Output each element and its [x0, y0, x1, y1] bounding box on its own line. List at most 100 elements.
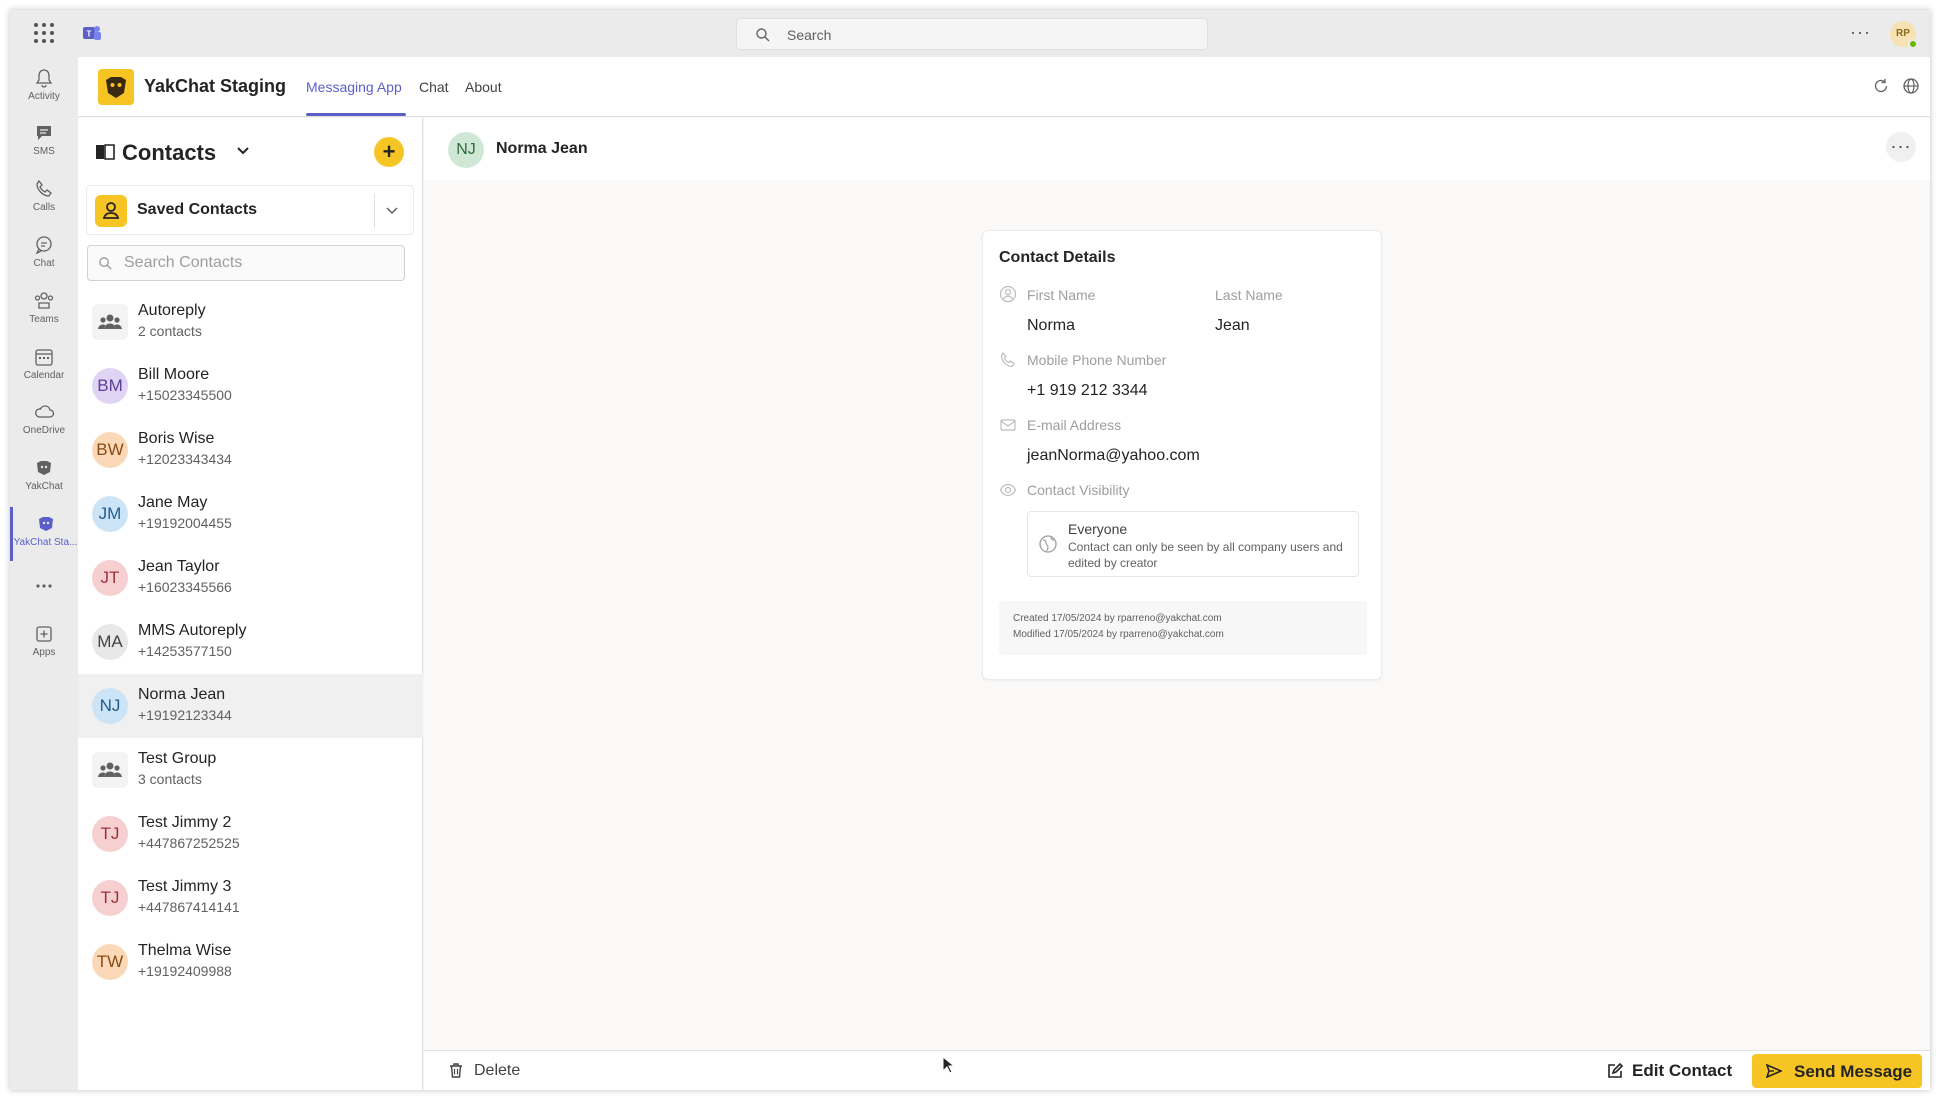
- contact-list: Autoreply 2 contacts BM Bill Moore +15023345…: [78, 290, 423, 994]
- group-icon: [92, 304, 128, 340]
- sms-icon: [37, 126, 51, 140]
- rail-label: YakChat Sta...: [13, 537, 78, 548]
- contact-name: Test Group: [138, 750, 217, 767]
- rail-label: Activity: [28, 91, 60, 102]
- active-tab-indicator: [306, 113, 406, 116]
- yakchat-icon: [37, 461, 51, 475]
- contact-name: Norma Jean: [138, 686, 226, 703]
- rail-more-apps[interactable]: [10, 569, 78, 603]
- trash-icon: [450, 1063, 462, 1078]
- phone-value: +1 919 212 3344: [1027, 382, 1148, 399]
- rail-activity[interactable]: Activity: [10, 61, 78, 115]
- tab-about[interactable]: About: [465, 79, 502, 95]
- saved-contacts-selector[interactable]: Saved Contacts: [86, 185, 414, 235]
- contact-list-item[interactable]: JM Jane May +19192004455: [78, 482, 423, 546]
- modified-info: Modified 17/05/2024 by rparreno@yakchat.…: [1013, 629, 1224, 640]
- first-name-value: Norma: [1027, 317, 1076, 334]
- edit-icon: [1608, 1062, 1624, 1078]
- contact-name: Bill Moore: [138, 366, 210, 383]
- rail-yakchat[interactable]: YakChat: [10, 451, 78, 505]
- rail-apps[interactable]: Apps: [10, 617, 78, 671]
- person-icon: [95, 195, 127, 227]
- chevron-down-icon[interactable]: [385, 206, 399, 216]
- rail-calendar[interactable]: Calendar: [10, 340, 78, 394]
- rail-sms[interactable]: SMS: [10, 116, 78, 170]
- rail-chat[interactable]: Chat: [10, 228, 78, 282]
- contact-name: Jean Taylor: [138, 558, 220, 575]
- global-search[interactable]: Search: [736, 18, 1208, 50]
- phone-icon: [36, 179, 52, 197]
- rail-label: OneDrive: [22, 425, 66, 436]
- contact-list-item[interactable]: TW Thelma Wise +19192409988: [78, 930, 423, 994]
- contact-phone: +19192123344: [138, 707, 232, 723]
- contact-list-item[interactable]: MA MMS Autoreply +14253577150: [78, 610, 423, 674]
- avatar: BW: [92, 432, 128, 468]
- contact-member-count: 2 contacts: [138, 323, 202, 339]
- card-title: Contact Details: [999, 249, 1116, 266]
- edit-contact-button[interactable]: Edit Contact: [1606, 1059, 1736, 1083]
- visibility-description: Contact can only be seen by all company …: [1068, 540, 1343, 570]
- rail-label: YakChat: [25, 481, 63, 492]
- contact-list-item[interactable]: Test Group 3 contacts: [78, 738, 423, 802]
- contact-details-card: Contact Details First Name Norma Last Na…: [982, 230, 1382, 680]
- search-contacts-input[interactable]: [124, 252, 394, 274]
- mail-icon: [1000, 419, 1016, 431]
- delete-label: Delete: [474, 1062, 521, 1079]
- bell-icon: [35, 69, 53, 88]
- contact-name: Test Jimmy 3: [138, 878, 232, 895]
- search-icon: [99, 257, 112, 270]
- last-name-value: Jean: [1215, 317, 1250, 334]
- calendar-icon: [35, 349, 53, 366]
- avatar: NJ: [92, 688, 128, 724]
- user-avatar-initials: RP: [1896, 28, 1910, 39]
- contact-list-item[interactable]: NJ Norma Jean +19192123344: [78, 674, 423, 738]
- contact-name: Jane May: [138, 494, 208, 511]
- contact-name: MMS Autoreply: [138, 622, 247, 639]
- rail-teams[interactable]: Teams: [10, 284, 78, 338]
- app-title: YakChat Staging: [144, 76, 287, 96]
- visibility-option: Everyone Contact can only be seen by all…: [1027, 511, 1359, 577]
- contact-list-item[interactable]: BW Boris Wise +12023343434: [78, 418, 423, 482]
- action-bar: Delete Edit Contact Send Message: [424, 1050, 1930, 1090]
- refresh-icon[interactable]: [1872, 77, 1890, 95]
- rail-yakchat-staging[interactable]: YakChat Sta...: [10, 507, 78, 561]
- contacts-title[interactable]: Contacts: [122, 140, 216, 166]
- created-info: Created 17/05/2024 by rparreno@yakchat.c…: [1013, 613, 1222, 624]
- rail-label: Apps: [32, 647, 56, 658]
- contact-list-item[interactable]: Autoreply 2 contacts: [78, 290, 423, 354]
- contact-list-item[interactable]: TJ Test Jimmy 3 +447867414141: [78, 866, 423, 930]
- yakchat-icon: [38, 517, 53, 531]
- user-avatar[interactable]: RP: [1890, 21, 1918, 49]
- rail-label: Calls: [32, 202, 56, 213]
- email-label: E-mail Address: [1027, 417, 1122, 433]
- send-icon: [1766, 1064, 1782, 1078]
- contact-phone: +19192409988: [138, 963, 232, 979]
- globe-icon[interactable]: [1902, 77, 1920, 95]
- more-options-button[interactable]: ···: [1886, 132, 1916, 162]
- add-contact-button[interactable]: +: [374, 137, 404, 167]
- contact-list-item[interactable]: BM Bill Moore +15023345500: [78, 354, 423, 418]
- rail-onedrive[interactable]: OneDrive: [10, 395, 78, 449]
- avatar: TJ: [92, 880, 128, 916]
- chevron-down-icon[interactable]: [236, 146, 250, 156]
- avatar: JM: [92, 496, 128, 532]
- app-launcher-icon[interactable]: [34, 23, 54, 43]
- contact-list-item[interactable]: TJ Test Jimmy 2 +447867252525: [78, 802, 423, 866]
- visibility-label: Contact Visibility: [1027, 482, 1130, 498]
- rail-calls[interactable]: Calls: [10, 172, 78, 226]
- contact-list-item[interactable]: JT Jean Taylor +16023345566: [78, 546, 423, 610]
- tab-messaging-app[interactable]: Messaging App: [306, 79, 402, 95]
- tab-chat[interactable]: Chat: [419, 79, 449, 95]
- contact-phone: +447867414141: [138, 899, 240, 915]
- global-search-placeholder: Search: [787, 27, 832, 43]
- contact-phone: +12023343434: [138, 451, 232, 467]
- teams-icon: [34, 292, 54, 309]
- contact-name: Thelma Wise: [138, 942, 232, 959]
- audit-info: Created 17/05/2024 by rparreno@yakchat.c…: [999, 601, 1367, 655]
- send-message-button[interactable]: Send Message: [1752, 1054, 1922, 1088]
- settings-more-icon[interactable]: ···: [1850, 22, 1871, 43]
- search-contacts[interactable]: [87, 245, 405, 281]
- rail-label: Chat: [33, 258, 55, 269]
- contacts-panel: Contacts + Saved Contacts Autoreply 2 con…: [78, 118, 423, 1090]
- teams-window: T Search ··· RP Activity SMS Calls Chat …: [10, 10, 1930, 1090]
